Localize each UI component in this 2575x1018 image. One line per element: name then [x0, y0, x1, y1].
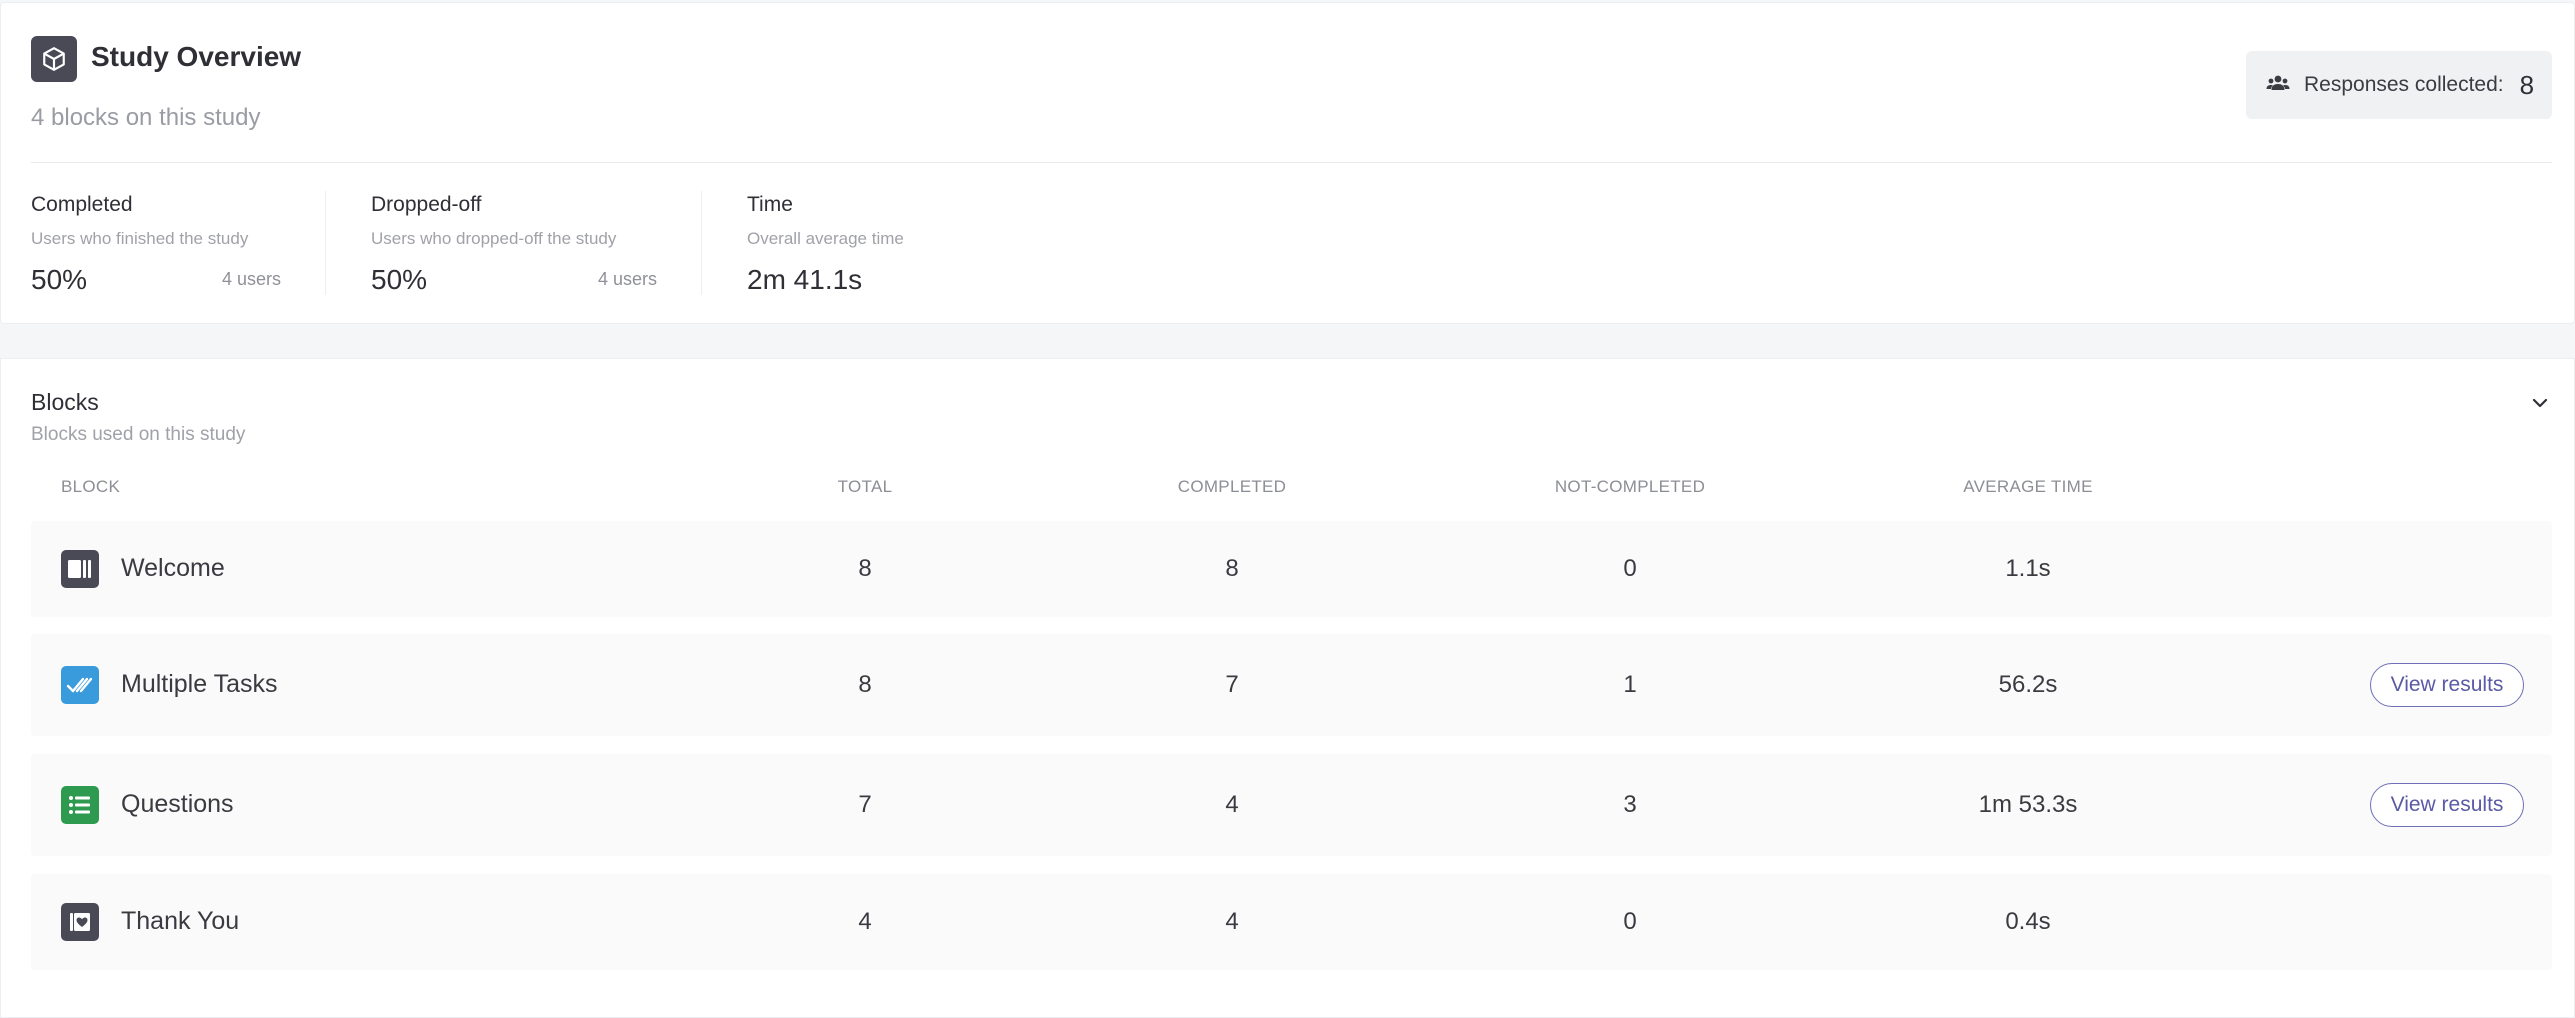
blocks-title: Blocks — [31, 389, 99, 415]
cell-not-completed: 1 — [1623, 671, 1637, 698]
column-header-not-completed: NOT-COMPLETED — [1554, 477, 1706, 496]
responses-label: Responses collected: — [2304, 73, 2504, 96]
block-name: Welcome — [121, 554, 225, 582]
column-header-completed: COMPLETED — [1177, 477, 1287, 496]
view-results-button[interactable]: View results — [2370, 783, 2524, 827]
cell-average-time: 1.1s — [2005, 555, 2051, 582]
stat-users: 4 users — [221, 269, 281, 289]
stat-value: 2m 41.1s — [747, 264, 863, 295]
stat-description: Overall average time — [747, 229, 904, 248]
cube-icon — [31, 36, 77, 82]
block-name: Questions — [121, 790, 234, 818]
stat-title: Completed — [31, 193, 133, 216]
cell-completed: 4 — [1225, 908, 1239, 935]
cell-average-time: 1m 53.3s — [1978, 791, 2078, 818]
stat-completed: Completed Users who finished the study 5… — [31, 193, 281, 301]
stat-value: 50% — [371, 264, 428, 295]
cell-total: 8 — [858, 671, 872, 698]
cell-not-completed: 0 — [1623, 908, 1637, 935]
table-row: Multiple Tasks 8 7 1 56.2s View results — [31, 634, 2552, 736]
stat-title: Time — [747, 193, 793, 216]
divider — [701, 191, 702, 295]
cell-average-time: 56.2s — [1998, 671, 2058, 698]
stat-title: Dropped-off — [371, 193, 482, 216]
welcome-block-icon — [61, 550, 99, 588]
heart-flag-icon — [61, 903, 99, 941]
stat-value: 50% — [31, 264, 88, 295]
column-header-total: TOTAL — [837, 477, 893, 496]
stat-users: 4 users — [597, 269, 657, 289]
view-results-button[interactable]: View results — [2370, 663, 2524, 707]
blocks-count-subtitle: 4 blocks on this study — [31, 104, 261, 131]
blocks-card: Blocks Blocks used on this study BLOCK T… — [0, 358, 2575, 1018]
study-overview-card: Study Overview 4 blocks on this study Re… — [0, 2, 2575, 324]
page-title: Study Overview — [91, 41, 302, 72]
responses-collected-badge: Responses collected: 8 — [2246, 51, 2552, 119]
stat-time: Time Overall average time 2m 41.1s — [747, 193, 967, 301]
divider — [325, 191, 326, 295]
block-name: Thank You — [121, 907, 240, 935]
cell-completed: 4 — [1225, 791, 1239, 818]
users-icon — [2266, 74, 2290, 97]
divider — [31, 162, 2552, 163]
stat-dropped-off: Dropped-off Users who dropped-off the st… — [371, 193, 657, 301]
list-icon — [61, 786, 99, 824]
stat-description: Users who finished the study — [31, 229, 249, 248]
table-row: Thank You 4 4 0 0.4s — [31, 874, 2552, 970]
cell-total: 4 — [858, 908, 872, 935]
table-row: Questions 7 4 3 1m 53.3s View results — [31, 754, 2552, 856]
cell-not-completed: 3 — [1623, 791, 1637, 818]
cell-not-completed: 0 — [1623, 555, 1637, 582]
column-header-block: BLOCK — [61, 477, 121, 496]
block-name: Multiple Tasks — [121, 670, 278, 698]
cell-average-time: 0.4s — [2005, 908, 2051, 935]
cell-total: 7 — [858, 791, 872, 818]
cell-completed: 7 — [1225, 671, 1239, 698]
double-check-icon — [61, 666, 99, 704]
column-header-average-time: AVERAGE TIME — [1963, 477, 2093, 496]
blocks-subtitle: Blocks used on this study — [31, 424, 246, 445]
cell-total: 8 — [858, 555, 872, 582]
responses-count: 8 — [2519, 69, 2535, 100]
chevron-down-icon[interactable] — [2526, 389, 2554, 417]
table-row: Welcome 8 8 0 1.1s — [31, 521, 2552, 617]
stat-description: Users who dropped-off the study — [371, 229, 617, 248]
cell-completed: 8 — [1225, 555, 1239, 582]
